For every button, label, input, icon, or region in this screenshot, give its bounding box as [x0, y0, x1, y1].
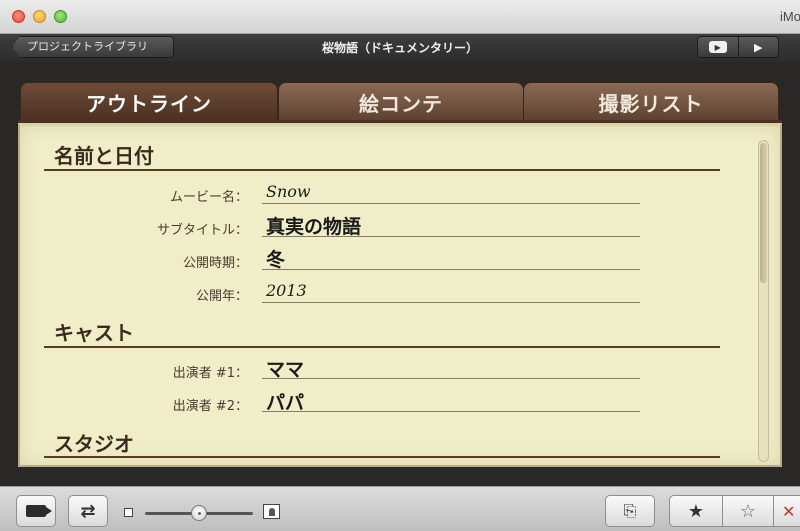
release-season-label: 公開時期： — [182, 256, 248, 271]
section-divider — [44, 346, 720, 348]
swap-icon: ⇄ — [80, 500, 96, 522]
bottom-toolbar: ⇄ ⎘ ★ ☆ ✕ — [0, 486, 800, 531]
unmark-button[interactable]: ☆ — [722, 495, 774, 527]
share-button[interactable]: ⎘ — [605, 495, 655, 527]
tab-shot-list[interactable]: 撮影リスト — [523, 82, 779, 122]
window-titlebar: iMovie — [0, 0, 800, 34]
release-year-field[interactable]: 2013 — [266, 281, 307, 300]
large-thumbnail-icon — [263, 504, 280, 519]
project-library-back-button[interactable]: プロジェクトライブラリ — [12, 36, 174, 58]
release-year-label: 公開年： — [195, 289, 248, 304]
import-camera-button[interactable] — [16, 495, 56, 527]
star-outline-icon: ☆ — [739, 500, 757, 522]
mark-favorite-button[interactable]: ★ — [669, 495, 723, 527]
field-underline — [262, 411, 640, 412]
field-underline — [262, 302, 640, 303]
section-divider — [44, 456, 720, 458]
close-window-button[interactable] — [12, 10, 25, 23]
field-underline — [262, 203, 640, 204]
play-button[interactable]: ▶ — [737, 37, 779, 57]
cast-1-label: 出演者 #1： — [172, 366, 248, 381]
section-title-cast: キャスト — [54, 321, 134, 345]
app-title: iMovie — [780, 9, 800, 24]
subtitle-field[interactable]: 真実の物語 — [266, 212, 361, 239]
cast-2-label: 出演者 #2： — [172, 399, 248, 414]
movie-name-field[interactable]: Snow — [266, 182, 311, 201]
playback-controls: ▶ ▶ — [697, 36, 779, 58]
star-filled-icon: ★ — [687, 500, 705, 522]
scroll-thumb[interactable] — [760, 143, 767, 283]
release-season-field[interactable]: 冬 — [266, 245, 285, 272]
play-fullscreen-button[interactable]: ▶ — [698, 37, 738, 57]
share-icon: ⎘ — [623, 501, 637, 520]
project-title: 桜物語（ドキュメンタリー） — [321, 41, 478, 55]
reject-icon: ✕ — [782, 501, 796, 521]
project-toolbar: プロジェクトライブラリ 桜物語（ドキュメンタリー） ▶ ▶ — [0, 34, 800, 62]
small-thumbnail-icon — [124, 508, 133, 517]
tab-storyboard[interactable]: 絵コンテ — [278, 82, 524, 122]
section-title-studio: スタジオ — [54, 432, 134, 456]
field-underline — [262, 236, 640, 237]
zoom-slider-knob[interactable] — [191, 505, 207, 521]
trailer-editor: アウトライン 絵コンテ 撮影リスト 名前と日付 ムービー名： Snow サブタイ… — [0, 62, 800, 486]
tab-outline[interactable]: アウトライン — [20, 82, 278, 122]
minimize-window-button[interactable] — [33, 10, 46, 23]
subtitle-label: サブタイトル： — [156, 223, 248, 238]
vertical-scrollbar[interactable] — [758, 140, 769, 462]
field-underline — [262, 378, 640, 379]
zoom-window-button[interactable] — [54, 10, 67, 23]
swap-events-projects-button[interactable]: ⇄ — [68, 495, 108, 527]
outline-panel: 名前と日付 ムービー名： Snow サブタイトル： 真実の物語 公開時期： 冬 … — [18, 123, 782, 467]
play-fullscreen-icon: ▶ — [708, 41, 727, 53]
field-underline — [262, 269, 640, 270]
section-divider — [44, 169, 720, 171]
reject-button[interactable]: ✕ — [773, 495, 800, 527]
movie-name-label: ムービー名： — [169, 190, 248, 205]
play-icon: ▶ — [754, 40, 763, 54]
camera-icon — [26, 505, 52, 517]
section-title-name-date: 名前と日付 — [54, 144, 154, 168]
